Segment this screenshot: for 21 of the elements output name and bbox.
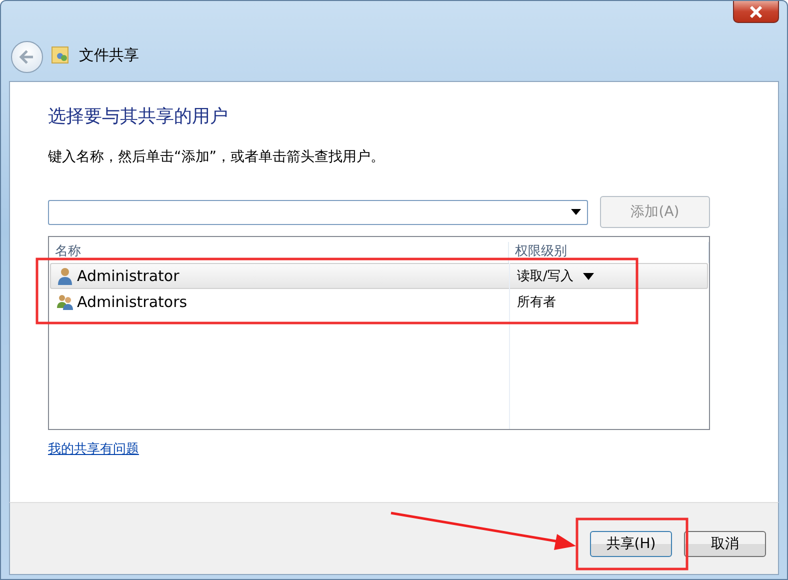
shared-folder-icon [51, 45, 71, 65]
close-icon [749, 6, 763, 18]
user-name-combo-field[interactable] [48, 200, 588, 224]
user-icon [56, 267, 74, 285]
back-arrow-icon [19, 50, 35, 64]
user-row[interactable]: Administrators 所有者 [50, 289, 708, 315]
share-button[interactable]: 共享(H) [590, 530, 672, 556]
user-name: Administrator [77, 267, 180, 285]
permission-text: 所有者 [517, 294, 556, 311]
user-row[interactable]: Administrator 读取/写入 [50, 263, 708, 289]
permission-text: 读取/写入 [517, 268, 574, 285]
help-link[interactable]: 我的共享有问题 [48, 440, 139, 458]
back-button[interactable] [11, 41, 43, 73]
close-button[interactable] [733, 1, 779, 23]
dialog-heading: 选择要与其共享的用户 [48, 105, 229, 128]
window-title: 文件共享 [79, 46, 139, 65]
dropdown-arrow-icon [571, 209, 581, 215]
cancel-button[interactable]: 取消 [684, 530, 766, 556]
user-name: Administrators [77, 293, 188, 311]
user-group-icon [56, 293, 74, 311]
instruction-text: 键入名称，然后单击“添加”，或者单击箭头查找用户。 [48, 148, 386, 166]
